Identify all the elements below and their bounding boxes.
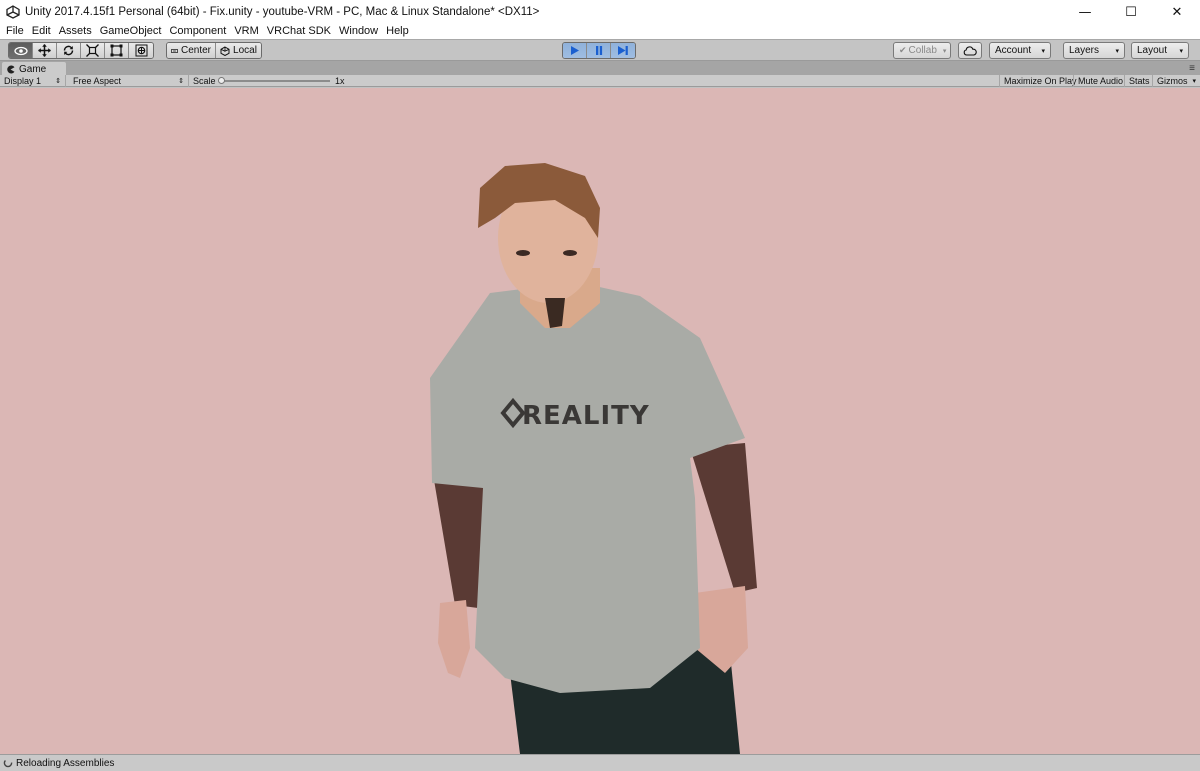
shirt-text: REALITY xyxy=(522,401,650,431)
minimize-button[interactable]: — xyxy=(1062,0,1108,24)
playback-controls xyxy=(562,42,636,59)
main-toolbar: Center Local ✔ Collab ▾ Account ▾ Layers… xyxy=(0,39,1200,61)
collab-label: Collab xyxy=(908,45,937,56)
menu-component[interactable]: Component xyxy=(166,25,231,37)
combined-transform-icon xyxy=(135,44,147,57)
status-bar: Reloading Assemblies xyxy=(0,754,1200,771)
tab-menu-icon[interactable]: ≡ xyxy=(1189,63,1195,74)
stats-label: Stats xyxy=(1129,76,1150,86)
gizmos-label: Gizmos xyxy=(1157,76,1188,86)
tab-game-label: Game xyxy=(19,63,47,75)
move-arrows-icon xyxy=(38,44,51,57)
window-tab-strip: Game ≡ xyxy=(0,61,1200,76)
maximize-on-play-label: Maximize On Play xyxy=(1004,76,1077,86)
pivot-center-icon xyxy=(171,48,178,53)
account-dropdown[interactable]: Account ▾ xyxy=(989,42,1051,59)
maximize-button[interactable]: ☐ xyxy=(1108,0,1154,24)
updown-arrows-icon: ⇕ xyxy=(55,78,61,85)
eye-icon xyxy=(13,46,28,55)
space-local-button[interactable]: Local xyxy=(216,43,261,58)
cloud-icon xyxy=(963,45,977,56)
reality-logo: REALITY xyxy=(500,397,650,431)
menu-vrchat-sdk[interactable]: VRChat SDK xyxy=(264,25,336,37)
unity-logo-icon xyxy=(5,4,21,20)
scale-label: Scale xyxy=(193,76,216,86)
pivot-center-button[interactable]: Center xyxy=(167,43,216,58)
aspect-dropdown[interactable]: Free Aspect ⇕ xyxy=(69,75,189,87)
menu-file[interactable]: File xyxy=(3,25,29,37)
local-space-icon xyxy=(220,45,230,56)
collab-check-icon: ✔ xyxy=(899,45,907,55)
chevron-down-icon: ▾ xyxy=(1041,47,1045,55)
menu-assets[interactable]: Assets xyxy=(56,25,97,37)
transform-tool-button[interactable] xyxy=(129,43,153,58)
rect-transform-icon xyxy=(110,44,123,57)
avatar-render: REALITY xyxy=(430,163,757,754)
chevron-down-icon: ▾ xyxy=(1192,78,1196,85)
rotate-tool-button[interactable] xyxy=(57,43,81,58)
menu-gameobject[interactable]: GameObject xyxy=(97,25,167,37)
layers-label: Layers xyxy=(1069,45,1100,56)
game-viewport[interactable]: REALITY xyxy=(0,88,1200,754)
menu-help[interactable]: Help xyxy=(383,25,414,37)
play-button[interactable] xyxy=(563,43,587,58)
display-dropdown[interactable]: Display 1 ⇕ xyxy=(0,75,66,87)
cloud-button[interactable] xyxy=(958,42,982,59)
aspect-label: Free Aspect xyxy=(73,76,122,86)
close-button[interactable]: ✕ xyxy=(1154,0,1200,24)
pivot-center-label: Center xyxy=(180,45,211,56)
stats-toggle[interactable]: Stats xyxy=(1124,75,1154,87)
game-view-toolbar: Display 1 ⇕ Free Aspect ⇕ Scale 1x Maxim… xyxy=(0,75,1200,87)
window-controls: — ☐ ✕ xyxy=(1062,0,1200,24)
scale-value: 1x xyxy=(335,76,345,86)
layers-dropdown[interactable]: Layers ▾ xyxy=(1063,42,1125,59)
chevron-down-icon: ▾ xyxy=(1115,47,1119,55)
menu-window[interactable]: Window xyxy=(336,25,383,37)
space-local-label: Local xyxy=(233,45,257,56)
tab-game[interactable]: Game xyxy=(2,62,66,76)
avatar-left-hand xyxy=(438,600,470,678)
menu-edit[interactable]: Edit xyxy=(29,25,56,37)
pause-icon xyxy=(595,46,602,55)
step-button[interactable] xyxy=(611,43,635,58)
account-label: Account xyxy=(995,45,1032,56)
layout-dropdown[interactable]: Layout ▾ xyxy=(1131,42,1189,59)
scale-tool-button[interactable] xyxy=(81,43,105,58)
menu-vrm[interactable]: VRM xyxy=(231,25,263,37)
display-label: Display 1 xyxy=(4,76,42,86)
window-title: Unity 2017.4.15f1 Personal (64bit) - Fix… xyxy=(25,6,540,18)
title-bar: Unity 2017.4.15f1 Personal (64bit) - Fix… xyxy=(0,0,1200,24)
gizmos-dropdown[interactable]: Gizmos ▾ xyxy=(1152,75,1200,87)
scale-icon xyxy=(86,44,99,57)
layout-label: Layout xyxy=(1137,45,1168,56)
hand-tool-button[interactable] xyxy=(9,43,33,58)
avatar-right-sleeve xyxy=(690,443,757,593)
transform-tools xyxy=(8,42,154,59)
scale-slider-handle[interactable] xyxy=(218,77,225,84)
pacman-game-icon xyxy=(7,65,15,73)
rect-tool-button[interactable] xyxy=(105,43,129,58)
mute-audio-label: Mute Audio xyxy=(1078,76,1124,86)
step-icon xyxy=(618,46,628,55)
chevron-down-icon: ▾ xyxy=(1179,47,1183,55)
status-text: Reloading Assemblies xyxy=(16,757,115,769)
pause-button[interactable] xyxy=(587,43,611,58)
move-tool-button[interactable] xyxy=(33,43,57,58)
chevron-down-icon: ▾ xyxy=(942,47,947,55)
loading-spinner-icon xyxy=(3,758,13,768)
pivot-toggles: Center Local xyxy=(166,42,262,59)
collab-dropdown[interactable]: ✔ Collab ▾ xyxy=(893,42,951,59)
rotate-icon xyxy=(63,45,74,56)
scale-slider-track[interactable] xyxy=(221,80,330,82)
play-icon xyxy=(571,46,579,55)
avatar-left-sleeve xyxy=(432,468,485,608)
maximize-on-play-toggle[interactable]: Maximize On Play xyxy=(999,75,1081,87)
mute-audio-toggle[interactable]: Mute Audio xyxy=(1073,75,1127,87)
menu-bar: File Edit Assets GameObject Component VR… xyxy=(0,22,1200,39)
updown-arrows-icon: ⇕ xyxy=(178,78,184,85)
